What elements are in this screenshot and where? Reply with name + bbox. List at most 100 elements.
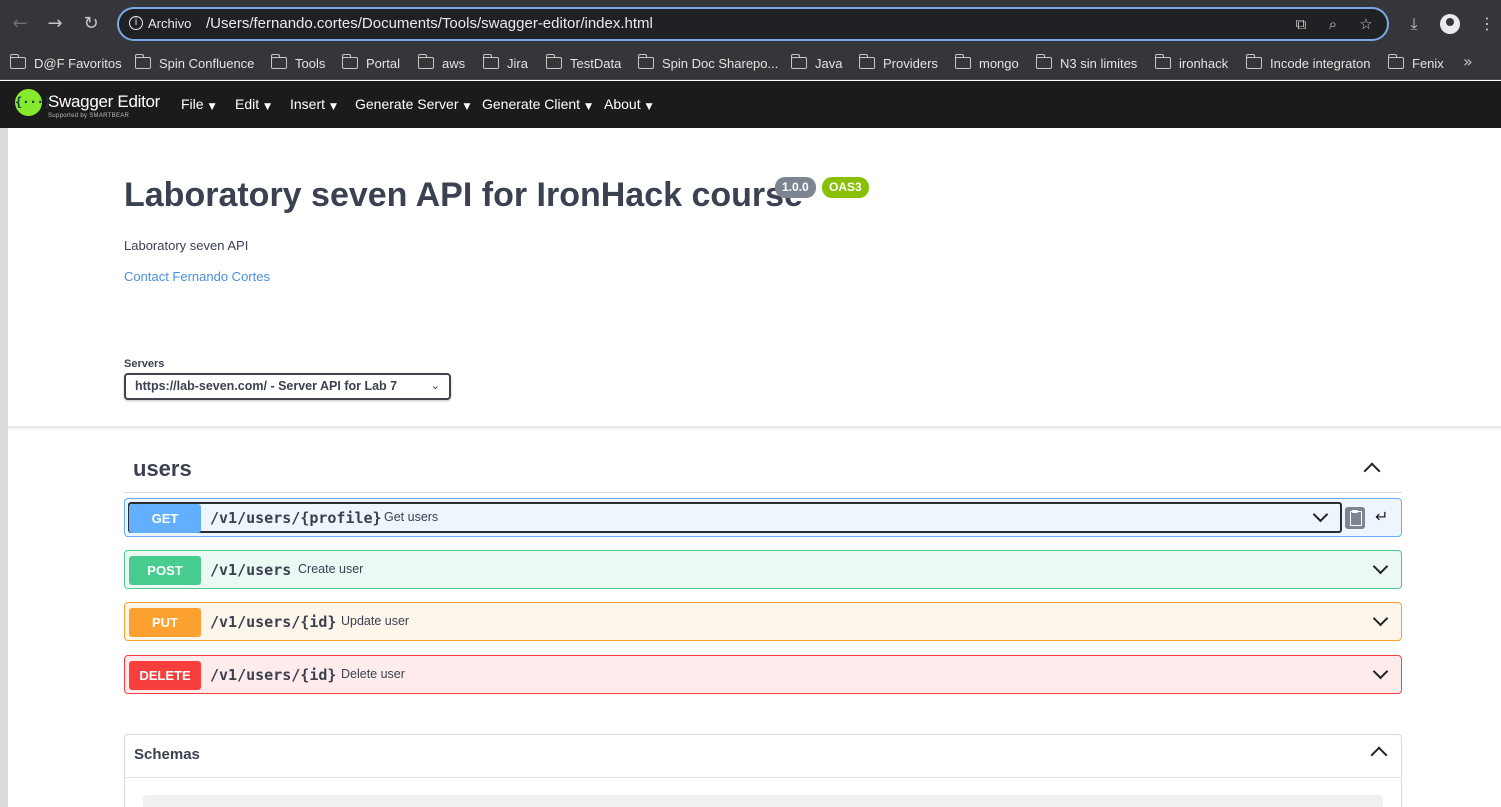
folder-icon <box>790 54 807 69</box>
translate-icon[interactable]: ⧉ <box>1291 14 1311 34</box>
bookmark-item[interactable]: Tools <box>270 54 325 74</box>
copy-icon[interactable] <box>1345 507 1365 529</box>
method-badge: DELETE <box>129 661 201 690</box>
bookmark-item[interactable]: TestData <box>545 54 621 74</box>
browser-toolbar: ← → ↻ i Archivo /Users/fernando.cortes/D… <box>0 0 1501 48</box>
editor-pane-edge[interactable] <box>0 128 8 807</box>
method-badge: GET <box>129 504 201 533</box>
bookmark-item[interactable]: mongo <box>954 54 1019 74</box>
kebab-icon[interactable]: ⋮ <box>1475 12 1499 36</box>
folder-icon <box>858 54 875 69</box>
bookmark-item[interactable]: Incode integraton <box>1245 54 1370 74</box>
caret-down-icon: ▼ <box>645 102 653 112</box>
operation-delete[interactable]: DELETE /v1/users/{id} Delete user <box>124 655 1402 694</box>
operation-path: /v1/users/{id} <box>210 613 337 631</box>
forward-icon[interactable]: → <box>43 12 67 36</box>
enter-icon[interactable]: ↵ <box>1375 507 1388 526</box>
schemas-title: Schemas <box>134 746 200 763</box>
bookmark-item[interactable]: Java <box>790 54 842 74</box>
bookmark-item[interactable]: ironhack <box>1154 54 1228 74</box>
chevron-up-icon[interactable] <box>1369 743 1389 764</box>
address-bar[interactable]: i Archivo /Users/fernando.cortes/Documen… <box>117 7 1389 41</box>
editor-name: Swagger Editor <box>48 92 161 111</box>
tag-section-users[interactable]: users <box>124 453 1402 493</box>
operation-get[interactable]: GET /v1/users/{profile} Get users ↵ <box>124 498 1402 537</box>
operation-path: /v1/users <box>210 561 292 579</box>
menu-edit[interactable]: Edit ▼ <box>235 96 271 112</box>
bookmark-item[interactable]: D@F Favoritos <box>9 54 122 74</box>
bookmarks-bar: D@F Favoritos Spin Confluence Tools Port… <box>0 48 1501 80</box>
folder-icon <box>1245 54 1262 69</box>
caret-down-icon: ▼ <box>264 102 272 112</box>
swagger-logo: {···} <box>15 89 51 116</box>
folder-icon <box>545 54 562 69</box>
method-badge: POST <box>129 556 201 585</box>
bookmark-item[interactable]: N3 sin limites <box>1035 54 1137 74</box>
profile-icon[interactable] <box>1440 14 1460 34</box>
bookmark-item[interactable]: Fenix <box>1387 54 1444 74</box>
operation-summary: Delete user <box>341 667 405 681</box>
schema-model-container[interactable] <box>143 795 1383 807</box>
folder-icon <box>1387 54 1404 69</box>
swagger-topbar: {···} Swagger Editor Supported by SMARTB… <box>0 81 1501 128</box>
operation-put[interactable]: PUT /v1/users/{id} Update user <box>124 602 1402 641</box>
caret-down-icon: ▼ <box>585 102 592 112</box>
bookmark-item[interactable]: Portal <box>341 54 400 74</box>
chevron-down-icon[interactable] <box>1372 610 1391 629</box>
operation-summary: Get users <box>384 510 439 524</box>
folder-icon <box>482 54 499 69</box>
bookmark-item[interactable]: Jira <box>482 54 528 74</box>
tag-name: users <box>133 456 192 481</box>
folder-icon <box>341 54 358 69</box>
more-bookmarks-icon[interactable]: » <box>1463 52 1473 71</box>
operation-summary: Update user <box>341 614 410 628</box>
operation-post[interactable]: POST /v1/users Create user <box>124 550 1402 589</box>
chevron-down-icon: ⌄ <box>430 379 440 392</box>
api-description: Laboratory seven API <box>124 238 249 253</box>
menu-file[interactable]: File ▼ <box>181 96 215 112</box>
folder-icon <box>1035 54 1052 69</box>
folder-icon <box>954 54 971 69</box>
schemas-section: Schemas <box>124 734 1402 807</box>
swagger-ui-preview: Laboratory seven API for IronHack course… <box>8 128 1501 807</box>
bookmark-item[interactable]: aws <box>417 54 465 74</box>
info-icon[interactable]: i <box>129 16 143 30</box>
menu-generate-client[interactable]: Generate Client ▼ <box>482 96 592 112</box>
servers-selected-value: https://lab-seven.com/ - Server API for … <box>135 379 398 393</box>
reload-icon[interactable]: ↻ <box>79 12 103 36</box>
oas-badge: OAS3 <box>822 177 869 198</box>
caret-down-icon: ▼ <box>208 102 216 112</box>
servers-select[interactable]: https://lab-seven.com/ - Server API for … <box>124 373 451 400</box>
download-icon[interactable]: ⤓ <box>1402 12 1426 36</box>
back-icon[interactable]: ← <box>8 12 32 36</box>
chevron-down-icon[interactable] <box>1312 506 1331 525</box>
folder-icon <box>134 54 151 69</box>
caret-down-icon: ▼ <box>330 102 337 112</box>
scheme-divider <box>8 426 1501 428</box>
star-icon[interactable]: ☆ <box>1356 14 1376 34</box>
chevron-up-icon[interactable] <box>1362 459 1382 480</box>
menu-generate-server[interactable]: Generate Server ▼ <box>355 96 470 112</box>
menu-insert[interactable]: Insert ▼ <box>290 96 337 112</box>
folder-icon <box>9 54 26 69</box>
zoom-icon[interactable]: ⌕ <box>1323 14 1343 34</box>
editor-tagline: Supported by SMARTBEAR <box>48 113 130 119</box>
schemas-header[interactable]: Schemas <box>125 735 1401 778</box>
address-url[interactable]: /Users/fernando.cortes/Documents/Tools/s… <box>206 15 653 32</box>
method-badge: PUT <box>129 608 201 637</box>
bookmark-item[interactable]: Spin Doc Sharepo... <box>637 54 778 74</box>
version-badge: 1.0.0 <box>775 177 816 198</box>
folder-icon <box>1154 54 1171 69</box>
api-title: Laboratory seven API for IronHack course <box>124 176 803 214</box>
operation-path: /v1/users/{profile} <box>210 509 382 527</box>
folder-icon <box>417 54 434 69</box>
folder-icon <box>270 54 287 69</box>
menu-about[interactable]: About ▼ <box>604 96 653 112</box>
chevron-down-icon[interactable] <box>1372 558 1391 577</box>
contact-link[interactable]: Contact Fernando Cortes <box>124 269 270 284</box>
servers-label: Servers <box>124 358 165 370</box>
bookmark-item[interactable]: Spin Confluence <box>134 54 254 74</box>
chevron-down-icon[interactable] <box>1372 663 1391 682</box>
caret-down-icon: ▼ <box>463 102 471 112</box>
bookmark-item[interactable]: Providers <box>858 54 938 74</box>
